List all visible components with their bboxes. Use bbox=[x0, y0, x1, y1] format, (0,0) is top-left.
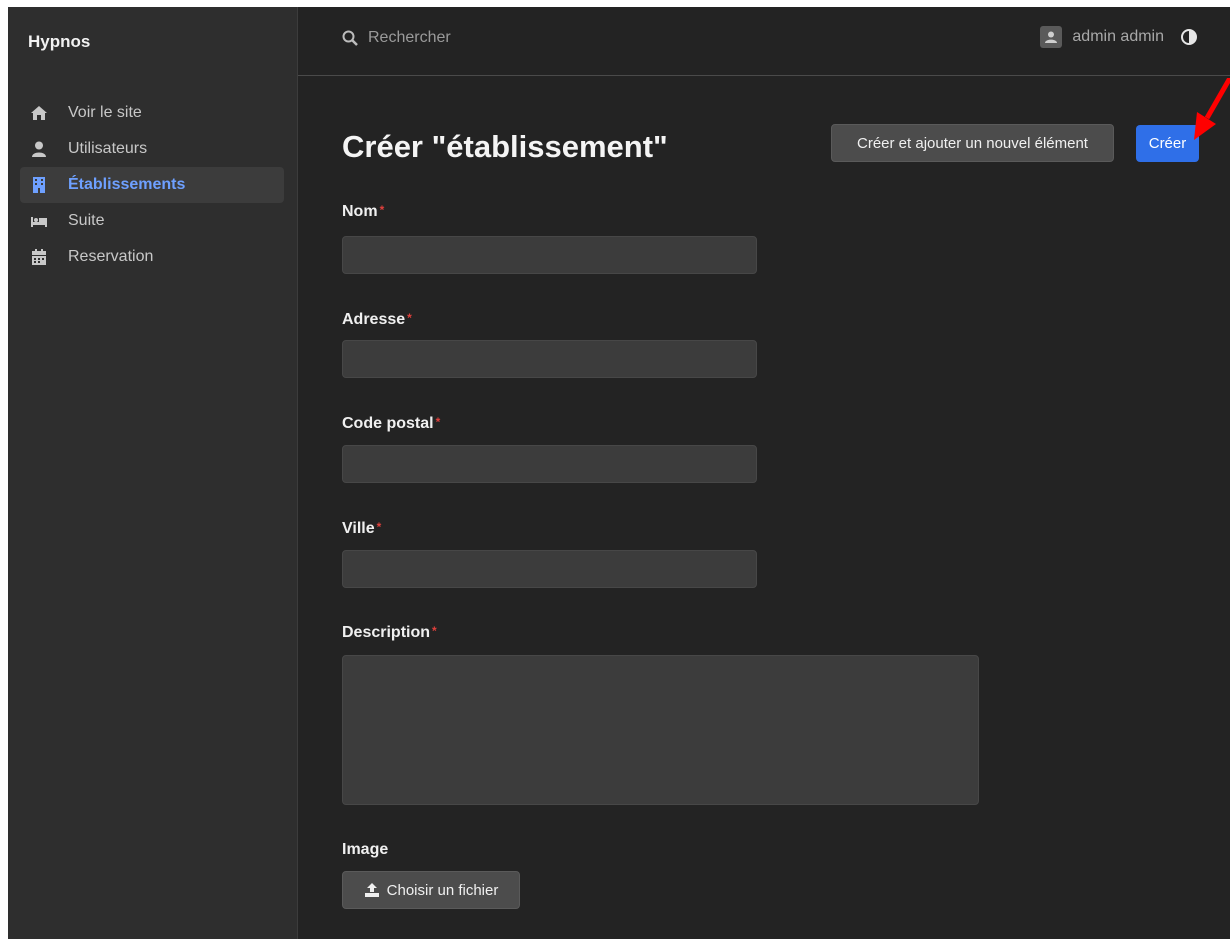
user-menu[interactable]: admin admin bbox=[1040, 26, 1198, 48]
annotation-arrow-icon bbox=[1194, 78, 1230, 140]
required-marker: * bbox=[407, 311, 412, 325]
adresse-input[interactable] bbox=[342, 340, 757, 378]
description-label: Description * bbox=[342, 624, 437, 641]
required-marker: * bbox=[435, 415, 441, 429]
user-icon bbox=[30, 140, 48, 158]
sidebar-nav: Voir le site Utilisateurs Établissements… bbox=[20, 95, 284, 275]
building-icon bbox=[30, 176, 48, 194]
search-bar[interactable]: Rechercher bbox=[342, 29, 451, 47]
nom-label: Nom * bbox=[342, 203, 385, 220]
required-marker: * bbox=[376, 520, 382, 534]
search-icon bbox=[342, 30, 358, 46]
sidebar: Hypnos Voir le site Utilisateurs Établis… bbox=[8, 7, 298, 939]
upload-icon bbox=[364, 883, 379, 897]
user-avatar-icon bbox=[1045, 31, 1058, 43]
sidebar-item-label: Voir le site bbox=[68, 104, 142, 121]
sidebar-item-reservation[interactable]: Reservation bbox=[20, 239, 284, 275]
user-name: admin admin bbox=[1072, 28, 1164, 45]
contrast-icon[interactable] bbox=[1180, 28, 1198, 46]
brand-title: Hypnos bbox=[28, 32, 91, 51]
sidebar-item-suite[interactable]: Suite bbox=[20, 203, 284, 239]
page-title: Créer "établissement" bbox=[342, 129, 668, 164]
sidebar-item-label: Établissements bbox=[68, 176, 186, 193]
calendar-icon bbox=[30, 248, 48, 266]
adresse-label: Adresse * bbox=[342, 311, 412, 328]
code-postal-label: Code postal * bbox=[342, 415, 441, 432]
required-marker: * bbox=[432, 624, 437, 638]
sidebar-item-voir-le-site[interactable]: Voir le site bbox=[20, 95, 284, 131]
description-textarea[interactable] bbox=[342, 655, 979, 805]
nom-input[interactable] bbox=[342, 236, 757, 274]
topbar: Rechercher admin admin bbox=[298, 7, 1230, 76]
ville-label: Ville * bbox=[342, 520, 382, 537]
ville-input[interactable] bbox=[342, 550, 757, 588]
bed-icon bbox=[30, 212, 48, 230]
sidebar-item-label: Utilisateurs bbox=[68, 140, 148, 157]
choose-file-label: Choisir un fichier bbox=[386, 881, 499, 899]
required-marker: * bbox=[379, 203, 385, 217]
sidebar-item-label: Suite bbox=[68, 212, 105, 229]
sidebar-item-label: Reservation bbox=[68, 248, 154, 265]
sidebar-item-utilisateurs[interactable]: Utilisateurs bbox=[20, 131, 284, 167]
main-content: Rechercher admin admin Créer "établissem… bbox=[298, 7, 1230, 939]
choose-file-button[interactable]: Choisir un fichier bbox=[342, 871, 520, 909]
app-window: Hypnos Voir le site Utilisateurs Établis… bbox=[8, 7, 1230, 939]
image-label: Image bbox=[342, 841, 389, 858]
code-postal-input[interactable] bbox=[342, 445, 757, 483]
save-and-add-button[interactable]: Créer et ajouter un nouvel élément bbox=[831, 124, 1114, 162]
avatar bbox=[1040, 26, 1063, 48]
sidebar-item-etablissements[interactable]: Établissements bbox=[20, 167, 284, 203]
search-placeholder: Rechercher bbox=[368, 29, 451, 46]
home-icon bbox=[30, 104, 48, 122]
